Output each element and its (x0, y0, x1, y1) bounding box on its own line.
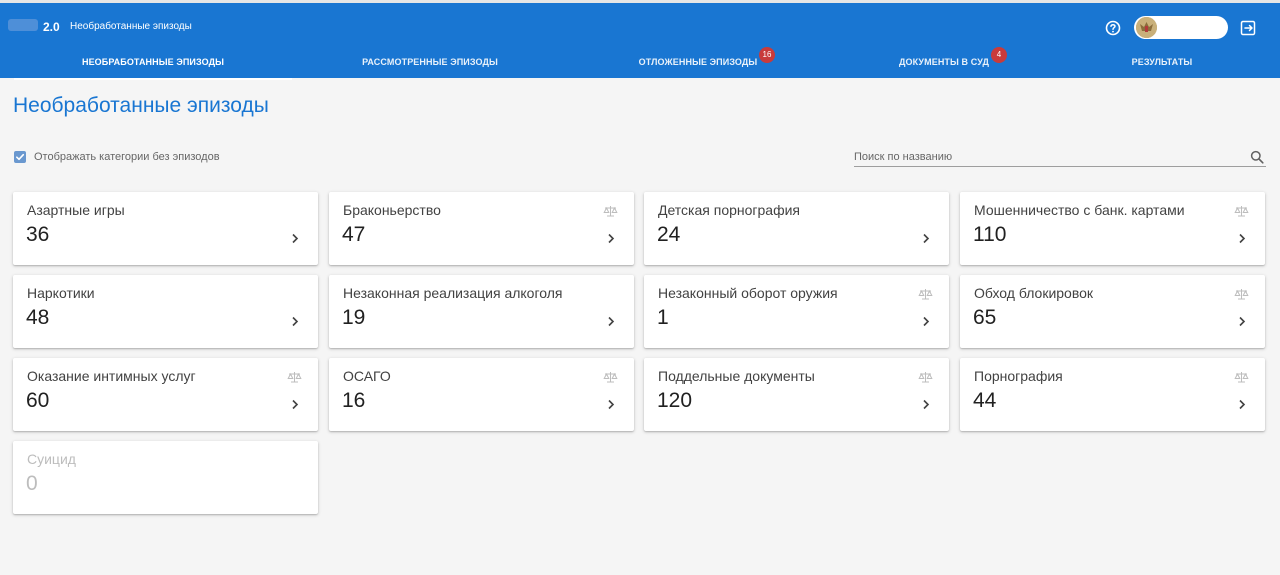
main-tabs: НЕОБРАБОТАННЫЕ ЭПИЗОДЫ РАССМОТРЕННЫЕ ЭПИ… (0, 47, 1280, 80)
chevron-right-icon (608, 233, 615, 244)
search-icon[interactable] (1250, 150, 1264, 164)
category-card[interactable]: Поддельные документы 120 (644, 358, 949, 431)
chevron-right-icon (292, 316, 299, 327)
scales-icon (1234, 206, 1249, 217)
category-name: Браконьерство (343, 202, 441, 218)
search-input[interactable] (854, 149, 1234, 165)
check-icon (16, 153, 25, 161)
category-name: ОСАГО (343, 368, 391, 384)
category-name: Незаконный оборот оружия (658, 285, 838, 301)
scales-icon (603, 372, 618, 383)
chevron-right-icon (292, 399, 299, 410)
app-bar-top: 2.0 Необработанные эпизоды (0, 6, 1280, 46)
scales-icon (1234, 372, 1249, 383)
category-name: Детская порнография (658, 202, 801, 218)
category-name: Оказание интимных услуг (27, 368, 196, 384)
category-count: 47 (342, 223, 366, 246)
app-title: Необработанные эпизоды (70, 21, 192, 32)
category-count: 1 (657, 306, 669, 329)
checkbox[interactable] (14, 151, 26, 163)
tab-label: НЕОБРАБОТАННЫЕ ЭПИЗОДЫ (81, 57, 225, 67)
category-card[interactable]: Незаконный оборот оружия 1 (644, 275, 949, 348)
tab-label: РЕЗУЛЬТАТЫ (1131, 57, 1193, 67)
avatar[interactable] (1136, 17, 1157, 38)
category-card[interactable]: ОСАГО 16 (329, 358, 634, 431)
emblem-icon (1136, 17, 1157, 38)
category-count: 36 (26, 223, 50, 246)
tab-unprocessed[interactable]: НЕОБРАБОТАННЫЕ ЭПИЗОДЫ (14, 47, 292, 80)
chevron-right-icon (1239, 233, 1246, 244)
chevron-right-icon (1239, 399, 1246, 410)
chevron-right-icon (292, 233, 299, 244)
category-count: 48 (26, 306, 50, 329)
category-count: 44 (973, 389, 997, 412)
category-name: Поддельные документы (658, 368, 815, 384)
tab-label: РАССМОТРЕННЫЕ ЭПИЗОДЫ (362, 57, 498, 67)
category-name: Мошенничество с банк. картами (974, 202, 1185, 218)
category-card: Суицид 0 (13, 441, 318, 514)
category-card[interactable]: Детская порнография 24 (644, 192, 949, 265)
category-count: 16 (342, 389, 366, 412)
tab-badge-count: 16 (759, 47, 775, 63)
category-name: Незаконная реализация алкоголя (343, 285, 563, 301)
tab-postponed[interactable]: ОТЛОЖЕННЫЕ ЭПИЗОДЫ 16 (568, 47, 828, 78)
scales-icon (918, 372, 933, 383)
tab-reviewed[interactable]: РАССМОТРЕННЫЕ ЭПИЗОДЫ (300, 47, 560, 78)
category-count: 60 (26, 389, 50, 412)
chevron-right-icon (923, 233, 930, 244)
tab-label: ОТЛОЖЕННЫЕ ЭПИЗОДЫ (638, 57, 758, 67)
category-count: 24 (657, 223, 681, 246)
help-icon[interactable] (1105, 20, 1121, 36)
chevron-right-icon (923, 316, 930, 327)
show-empty-categories-toggle[interactable]: Отображать категории без эпизодов (14, 150, 220, 164)
scales-icon (1234, 289, 1249, 300)
category-card[interactable]: Незаконная реализация алкоголя 19 (329, 275, 634, 348)
category-count: 0 (26, 472, 38, 495)
category-card[interactable]: Обход блокировок 65 (960, 275, 1265, 348)
chevron-right-icon (923, 399, 930, 410)
category-name: Наркотики (27, 285, 95, 301)
category-count: 120 (657, 389, 693, 412)
app-logo (8, 19, 38, 31)
category-card[interactable]: Наркотики 48 (13, 275, 318, 348)
category-card[interactable]: Мошенничество с банк. картами 110 (960, 192, 1265, 265)
tab-results[interactable]: РЕЗУЛЬТАТЫ (1032, 47, 1280, 78)
category-count: 110 (973, 223, 1007, 246)
scales-icon (287, 372, 302, 383)
tab-badge-count: 4 (991, 47, 1007, 63)
category-name: Суицид (27, 451, 76, 467)
category-name: Порнография (974, 368, 1063, 384)
category-card[interactable]: Порнография 44 (960, 358, 1265, 431)
category-card[interactable]: Азартные игры 36 (13, 192, 318, 265)
checkbox-label: Отображать категории без эпизодов (34, 151, 220, 163)
app-bar: 2.0 Необработанные эпизоды НЕОБРАБОТАННЫ… (0, 0, 1280, 80)
chevron-right-icon (608, 316, 615, 327)
tab-label: ДОКУМЕНТЫ В СУД (899, 57, 989, 67)
scales-icon (918, 289, 933, 300)
category-count: 19 (342, 306, 366, 329)
category-count: 65 (973, 306, 997, 329)
scales-icon (603, 206, 618, 217)
chevron-right-icon (608, 399, 615, 410)
category-name: Обход блокировок (974, 285, 1094, 301)
page-title: Необработанные эпизоды (13, 94, 269, 117)
app-version: 2.0 (43, 20, 60, 34)
category-card[interactable]: Оказание интимных услуг 60 (13, 358, 318, 431)
chevron-right-icon (1239, 316, 1246, 327)
logout-icon[interactable] (1240, 20, 1257, 36)
search-field (854, 147, 1266, 167)
category-card[interactable]: Браконьерство 47 (329, 192, 634, 265)
category-name: Азартные игры (27, 202, 125, 218)
